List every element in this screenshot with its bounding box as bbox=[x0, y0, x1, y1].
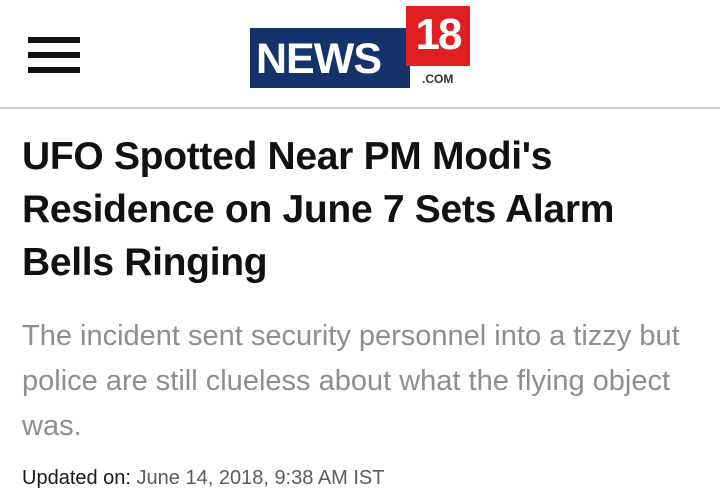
hamburger-menu-icon[interactable] bbox=[28, 37, 80, 73]
updated-value: June 14, 2018, 9:38 AM IST bbox=[136, 467, 385, 489]
news18-logo[interactable]: NEWS 18 .COM bbox=[250, 6, 472, 90]
updated-timestamp: Updated on: June 14, 2018, 9:38 AM IST bbox=[22, 465, 702, 491]
menu-bar-top bbox=[28, 37, 80, 43]
logo-number: 18 bbox=[406, 6, 470, 66]
logo-word: NEWS bbox=[256, 35, 382, 83]
site-header: NEWS 18 .COM bbox=[0, 0, 720, 109]
logo-suffix: .COM bbox=[422, 72, 454, 86]
menu-bar-bottom bbox=[28, 67, 80, 73]
article-subheadline: The incident sent security personnel int… bbox=[22, 320, 680, 442]
article-headline: UFO Spotted Near PM Modi's Residence on … bbox=[22, 135, 615, 284]
updated-label: Updated on: bbox=[22, 467, 131, 489]
menu-bar-middle bbox=[28, 52, 80, 58]
